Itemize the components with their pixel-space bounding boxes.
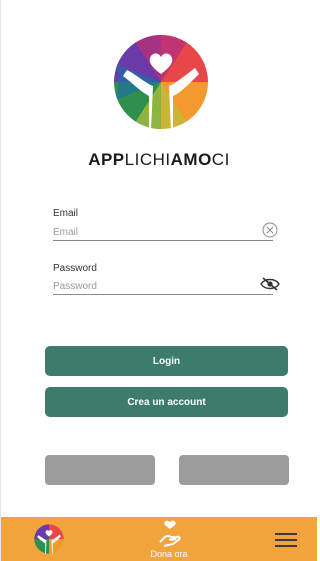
app-logo bbox=[113, 34, 209, 130]
create-account-button[interactable]: Crea un account bbox=[45, 387, 288, 417]
brand-part-amo: AMO bbox=[170, 150, 212, 169]
password-label: Password bbox=[53, 263, 97, 274]
email-field[interactable] bbox=[53, 225, 273, 241]
secondary-login-button-left[interactable] bbox=[45, 455, 155, 485]
donate-now-tab[interactable]: Dona ora bbox=[139, 520, 199, 560]
password-field[interactable] bbox=[53, 279, 273, 295]
brand-part-ci: CI bbox=[211, 150, 230, 169]
bottom-nav-bar: Dona ora bbox=[1, 517, 317, 561]
brand-part-app: APP bbox=[88, 150, 125, 169]
login-screen: APPLICHIAMOCI Email Password Login Crea … bbox=[0, 0, 317, 561]
donate-now-label: Dona ora bbox=[150, 549, 188, 559]
login-button[interactable]: Login bbox=[45, 346, 288, 376]
app-logo-icon[interactable] bbox=[34, 524, 64, 554]
eye-slash-icon[interactable] bbox=[260, 274, 280, 294]
email-label: Email bbox=[53, 208, 79, 219]
secondary-login-button-right[interactable] bbox=[179, 455, 289, 485]
brand-part-lichi: LICHI bbox=[124, 150, 171, 169]
clear-circle-x-icon[interactable] bbox=[260, 220, 280, 240]
hamburger-menu-icon[interactable] bbox=[275, 531, 299, 549]
brand-name: APPLICHIAMOCI bbox=[1, 150, 317, 170]
